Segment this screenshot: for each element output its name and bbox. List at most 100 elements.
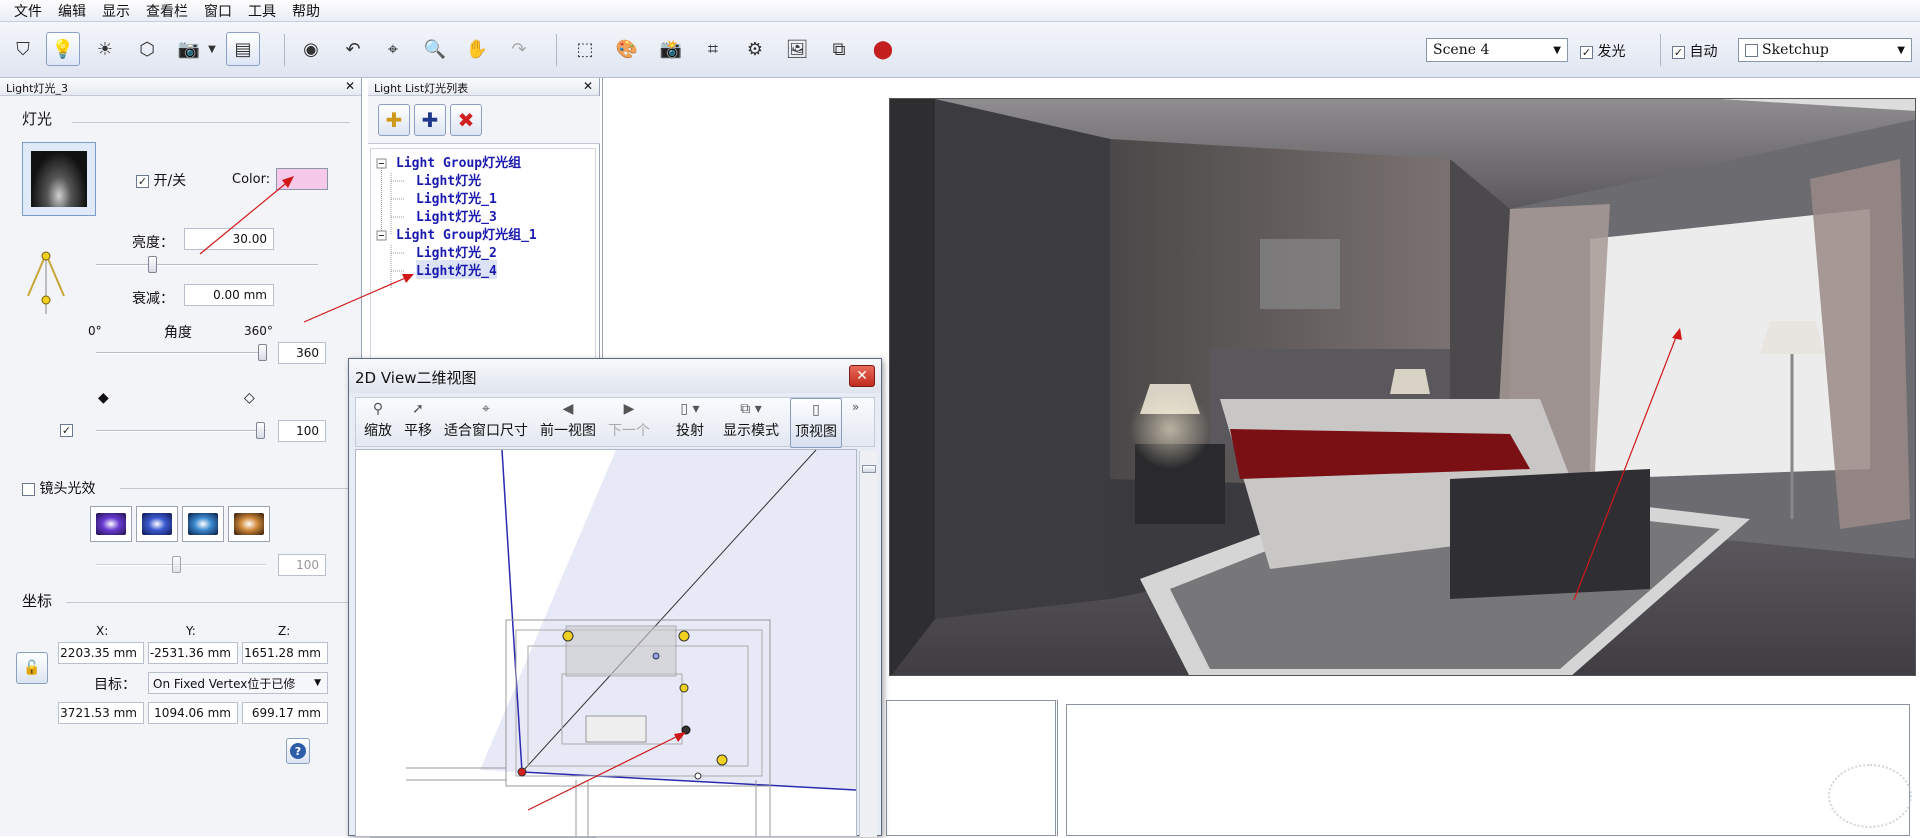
menu-file[interactable]: 文件 bbox=[6, 1, 50, 21]
settings-gear-icon[interactable]: ⚙ bbox=[738, 32, 772, 66]
next-view-tool[interactable]: ▶ 下一个 bbox=[606, 398, 652, 448]
falloff-slider[interactable] bbox=[96, 430, 266, 432]
add-group-button[interactable]: ✚ bbox=[378, 104, 410, 136]
menu-help[interactable]: 帮助 bbox=[284, 1, 328, 21]
tree-item-light[interactable]: Light灯光 bbox=[416, 170, 481, 189]
x-input[interactable]: 2203.35 mm bbox=[58, 642, 144, 664]
brightness-slider[interactable] bbox=[96, 264, 318, 266]
orbit-icon[interactable]: ◉ bbox=[294, 32, 328, 66]
snapshot-icon[interactable]: 📸 bbox=[654, 32, 688, 66]
view2d-scrollbar[interactable] bbox=[859, 451, 877, 837]
lens-preset-3[interactable] bbox=[182, 506, 224, 542]
auto-toggle[interactable]: ✓ 自动 bbox=[1672, 41, 1717, 61]
menu-tools[interactable]: 工具 bbox=[240, 1, 284, 21]
lens-preset-1[interactable] bbox=[90, 506, 132, 542]
auto-checkbox[interactable]: ✓ bbox=[1672, 45, 1685, 59]
target-label: 目标： bbox=[94, 677, 136, 693]
brightness-input[interactable]: 30.00 bbox=[184, 228, 274, 250]
display-mode-icon: ⧉ ▾ bbox=[740, 401, 762, 417]
tree-item-light-3[interactable]: Light灯光_3 bbox=[416, 206, 497, 225]
onoff-toggle[interactable]: ✓ 开/关 bbox=[136, 170, 186, 190]
tree-item-light-1[interactable]: Light灯光_1 bbox=[416, 188, 497, 207]
view2d-titlebar[interactable]: 2D View二维视图 bbox=[349, 359, 881, 393]
tree-item-group-1[interactable]: Light Group灯光组_1 bbox=[396, 224, 537, 243]
close-icon[interactable]: ✕ bbox=[849, 365, 875, 387]
fit-window-tool[interactable]: ⌖ 适合窗口尺寸 bbox=[440, 398, 532, 448]
lens-flare-toggle[interactable]: 镜头光效 bbox=[22, 478, 95, 498]
help-button[interactable]: ? bbox=[286, 738, 310, 764]
tree-item-light-2[interactable]: Light灯光_2 bbox=[416, 242, 497, 261]
paint-bucket-icon[interactable]: ⛉ bbox=[6, 32, 40, 66]
top-view-icon: ▯ bbox=[812, 402, 820, 418]
menu-display[interactable]: 显示 bbox=[94, 1, 138, 21]
add-window-icon[interactable]: ⧉ bbox=[822, 32, 856, 66]
crop-icon[interactable]: ⌗ bbox=[696, 32, 730, 66]
pan-arrow-icon: ➚ bbox=[412, 401, 424, 417]
glow-checkbox[interactable]: ✓ bbox=[1580, 45, 1593, 59]
lock-icon[interactable]: 🔓 bbox=[16, 652, 48, 684]
menu-window[interactable]: 窗口 bbox=[196, 1, 240, 21]
target-select[interactable]: On Fixed Vertex位于已修 ▼ bbox=[148, 672, 328, 694]
renderer-select[interactable]: Sketchup ▼ bbox=[1738, 38, 1912, 62]
lens-preset-4[interactable] bbox=[228, 506, 270, 542]
undo-icon[interactable]: ↶ bbox=[336, 32, 370, 66]
region-render-icon[interactable]: ⬚ bbox=[568, 32, 602, 66]
light-preview-thumbnail[interactable] bbox=[22, 142, 96, 216]
glow-toggle[interactable]: ✓ 发光 bbox=[1580, 41, 1625, 61]
angle-slider-thumb[interactable] bbox=[258, 344, 267, 361]
target-x-input[interactable]: 3721.53 mm bbox=[58, 702, 144, 724]
select-icon[interactable]: ⌖ bbox=[376, 32, 410, 66]
projection-tool[interactable]: ▯ ▾ 投射 bbox=[670, 398, 710, 448]
falloff-input[interactable]: 100 bbox=[278, 420, 326, 442]
z-input[interactable]: 1651.28 mm bbox=[242, 642, 328, 664]
render-engine-icon[interactable]: ⬤ bbox=[866, 32, 900, 66]
tree-item-light-4[interactable]: Light灯光_4 bbox=[416, 260, 497, 279]
light-bulb-icon[interactable]: 💡 bbox=[46, 32, 80, 66]
zoom-icon[interactable]: 🔍 bbox=[418, 32, 452, 66]
menu-edit[interactable]: 编辑 bbox=[50, 1, 94, 21]
falloff-slider-thumb[interactable] bbox=[256, 422, 265, 439]
lens-flare-checkbox[interactable] bbox=[22, 482, 35, 496]
pan-hand-icon[interactable]: ✋ bbox=[460, 32, 494, 66]
material-palette-icon[interactable]: 🎨 bbox=[610, 32, 644, 66]
view2d-canvas[interactable] bbox=[355, 449, 857, 837]
lens-slider-thumb[interactable] bbox=[172, 556, 181, 573]
angle-slider[interactable] bbox=[96, 352, 266, 354]
previous-view-tool[interactable]: ◀ 前一视图 bbox=[536, 398, 600, 448]
overflow-chevron-icon[interactable]: » bbox=[852, 400, 859, 414]
menu-view-bar[interactable]: 查看栏 bbox=[138, 1, 196, 21]
pan-tool[interactable]: ➚ 平移 bbox=[400, 398, 436, 448]
close-icon[interactable]: ✕ bbox=[583, 79, 593, 93]
scene-select[interactable]: Scene 4 ▼ bbox=[1426, 38, 1568, 62]
image-icon[interactable]: 🖼 bbox=[780, 32, 814, 66]
add-light-button[interactable]: ✚ bbox=[414, 104, 446, 136]
render-viewport[interactable] bbox=[889, 98, 1916, 676]
falloff-checkbox[interactable]: ✓ bbox=[60, 424, 73, 437]
tree-item-group[interactable]: Light Group灯光组 bbox=[396, 152, 521, 171]
target-z-input[interactable]: 699.17 mm bbox=[242, 702, 328, 724]
panel-icon[interactable]: ▤ bbox=[226, 32, 260, 66]
y-input[interactable]: -2531.36 mm bbox=[148, 642, 238, 664]
camera-icon[interactable]: 📷 bbox=[172, 32, 206, 66]
angle-input[interactable]: 360 bbox=[278, 342, 326, 364]
top-view-tool[interactable]: ▯ 顶视图 bbox=[790, 398, 842, 448]
zoom-tool[interactable]: ⚲ 缩放 bbox=[360, 398, 396, 448]
lens-slider[interactable] bbox=[96, 564, 266, 566]
cube-icon[interactable]: ⬡ bbox=[130, 32, 164, 66]
close-icon[interactable]: ✕ bbox=[345, 79, 355, 93]
camera-dropdown-icon[interactable]: ▼ bbox=[204, 32, 220, 66]
lens-preset-2[interactable] bbox=[136, 506, 178, 542]
scrollbar-thumb[interactable] bbox=[862, 465, 876, 473]
bottom-left-pane bbox=[886, 700, 1058, 836]
sun-icon[interactable]: ☀ bbox=[88, 32, 122, 66]
brightness-slider-thumb[interactable] bbox=[148, 256, 157, 273]
decay-input[interactable]: 0.00 mm bbox=[184, 284, 274, 306]
redo-icon[interactable]: ↷ bbox=[502, 32, 536, 66]
onoff-checkbox[interactable]: ✓ bbox=[136, 174, 149, 188]
color-swatch[interactable] bbox=[276, 168, 328, 190]
arrow-right-icon: ▶ bbox=[623, 401, 635, 417]
lens-input[interactable]: 100 bbox=[278, 554, 326, 576]
delete-light-button[interactable]: ✖ bbox=[450, 104, 482, 136]
display-mode-tool[interactable]: ⧉ ▾ 显示模式 bbox=[718, 398, 784, 448]
target-y-input[interactable]: 1094.06 mm bbox=[148, 702, 238, 724]
